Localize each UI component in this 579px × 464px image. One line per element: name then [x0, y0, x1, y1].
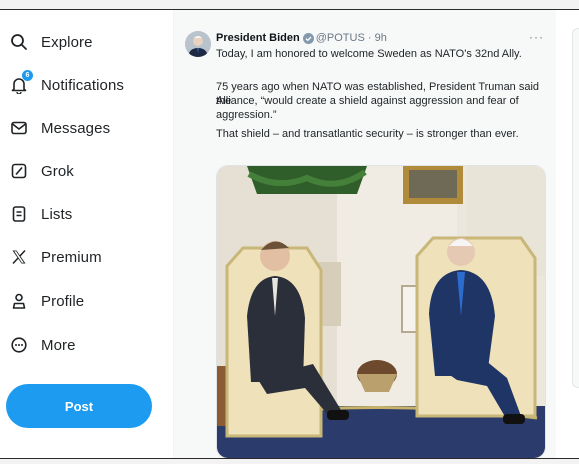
bell-icon: 6	[8, 70, 33, 96]
tweet-text-line: Today, I am honored to welcome Sweden as…	[216, 48, 522, 60]
sidebar-item-notifications[interactable]: 6 Notifications	[8, 70, 124, 100]
window-top-edge	[0, 0, 579, 10]
sidebar-item-label: Premium	[41, 248, 102, 266]
list-icon	[8, 203, 30, 225]
sidebar-item-label: Notifications	[41, 76, 125, 94]
right-panel-card	[572, 28, 579, 388]
more-circle-icon	[8, 334, 30, 356]
sidebar-item-label: Messages	[41, 119, 111, 137]
sidebar-nav: Explore 6 Notifications Messages Grok Li…	[0, 10, 170, 458]
tweet-header: President Biden @POTUS · 9h	[216, 32, 387, 44]
x-logo-icon	[8, 246, 30, 268]
post-button[interactable]: Post	[6, 384, 152, 428]
tweet-text-line: That shield – and transatlantic security…	[216, 128, 519, 140]
verified-badge-icon	[302, 32, 314, 44]
sidebar-item-explore[interactable]: Explore	[8, 27, 93, 57]
tweet-card[interactable]: President Biden @POTUS · 9h ··· Today, I…	[174, 10, 556, 459]
sidebar-item-premium[interactable]: Premium	[8, 242, 102, 272]
envelope-icon	[8, 117, 30, 139]
author-avatar[interactable]	[185, 31, 211, 57]
sidebar-item-label: Lists	[41, 205, 73, 223]
tweet-photo[interactable]	[216, 165, 546, 459]
sidebar-item-label: Grok	[41, 162, 74, 180]
search-icon	[8, 31, 30, 53]
person-icon	[8, 290, 30, 312]
sidebar-item-label: Profile	[41, 292, 85, 310]
author-name[interactable]: President Biden	[216, 32, 300, 44]
grok-icon	[8, 160, 30, 182]
more-options-icon[interactable]: ···	[529, 30, 544, 44]
sidebar-item-lists[interactable]: Lists	[8, 199, 72, 229]
tweet-text-line: Alliance, “would create a shield against…	[216, 95, 519, 121]
sidebar-item-profile[interactable]: Profile	[8, 286, 84, 316]
author-handle: @POTUS · 9h	[315, 32, 387, 44]
timeline-feed: President Biden @POTUS · 9h ··· Today, I…	[173, 10, 556, 459]
sidebar-item-label: Explore	[41, 33, 93, 51]
sidebar-item-grok[interactable]: Grok	[8, 156, 74, 186]
sidebar-item-label: More	[41, 336, 76, 354]
notification-count-badge: 6	[22, 70, 33, 81]
sidebar-item-messages[interactable]: Messages	[8, 113, 110, 143]
sidebar-item-more[interactable]: More	[8, 330, 76, 360]
window-bottom-edge	[0, 458, 579, 464]
